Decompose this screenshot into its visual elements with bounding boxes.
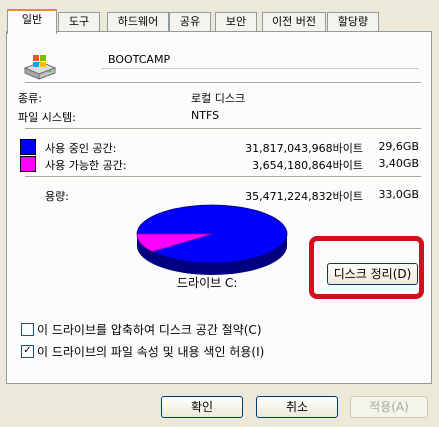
type-value: 로컬 디스크	[191, 92, 246, 105]
cleanup-highlight-box	[309, 236, 424, 299]
used-space-label: 사용 중인 공간:	[45, 142, 117, 155]
separator	[25, 128, 421, 130]
tab-tools[interactable]: 도구	[58, 12, 100, 32]
index-drive-label: 이 드라이브의 파일 속성 및 내용 색인 허용(I)	[37, 345, 265, 359]
drive-name-text: BOOTCAMP	[108, 53, 171, 66]
free-space-bytes: 3,654,180,864바이트	[252, 159, 363, 172]
drive-letter-label: 드라이브 C:	[177, 276, 238, 290]
free-space-size: 3,40GB	[378, 157, 419, 170]
filesystem-value: NTFS	[191, 109, 220, 122]
used-space-bytes: 31,817,043,968바이트	[245, 142, 363, 155]
free-space-label: 사용 가능한 공간:	[45, 159, 127, 172]
separator	[25, 176, 421, 178]
ok-button[interactable]: 확인	[161, 396, 243, 418]
tab-quota[interactable]: 할당량	[327, 12, 379, 32]
disk-usage-pie	[136, 204, 288, 275]
drive-icon	[22, 52, 58, 82]
capacity-size: 33,0GB	[378, 188, 419, 201]
compress-drive-checkbox[interactable]	[21, 323, 34, 336]
tab-security[interactable]: 보안	[215, 12, 257, 32]
tab-general[interactable]: 일반	[7, 9, 57, 34]
free-space-swatch	[20, 156, 36, 172]
general-tab-panel: BOOTCAMP 종류: 로컬 디스크 파일 시스템: NTFS 사용 중인 공…	[6, 31, 432, 384]
tab-sharing[interactable]: 공유	[169, 12, 211, 32]
used-space-swatch	[20, 139, 36, 155]
capacity-label: 용량:	[45, 190, 69, 203]
apply-button: 적용(A)	[350, 396, 428, 418]
tab-previous-versions[interactable]: 이전 버전	[262, 12, 326, 32]
filesystem-label: 파일 시스템:	[18, 111, 76, 124]
separator	[25, 82, 421, 84]
index-drive-checkbox[interactable]: ✓	[21, 345, 34, 358]
compress-drive-label: 이 드라이브를 압축하여 디스크 공간 절약(C)	[37, 323, 262, 337]
used-space-size: 29,6GB	[378, 140, 419, 153]
type-label: 종류:	[18, 92, 42, 105]
tab-hardware[interactable]: 하드웨어	[107, 12, 169, 32]
cancel-button[interactable]: 취소	[256, 396, 338, 418]
drive-name-input[interactable]: BOOTCAMP	[101, 52, 419, 69]
